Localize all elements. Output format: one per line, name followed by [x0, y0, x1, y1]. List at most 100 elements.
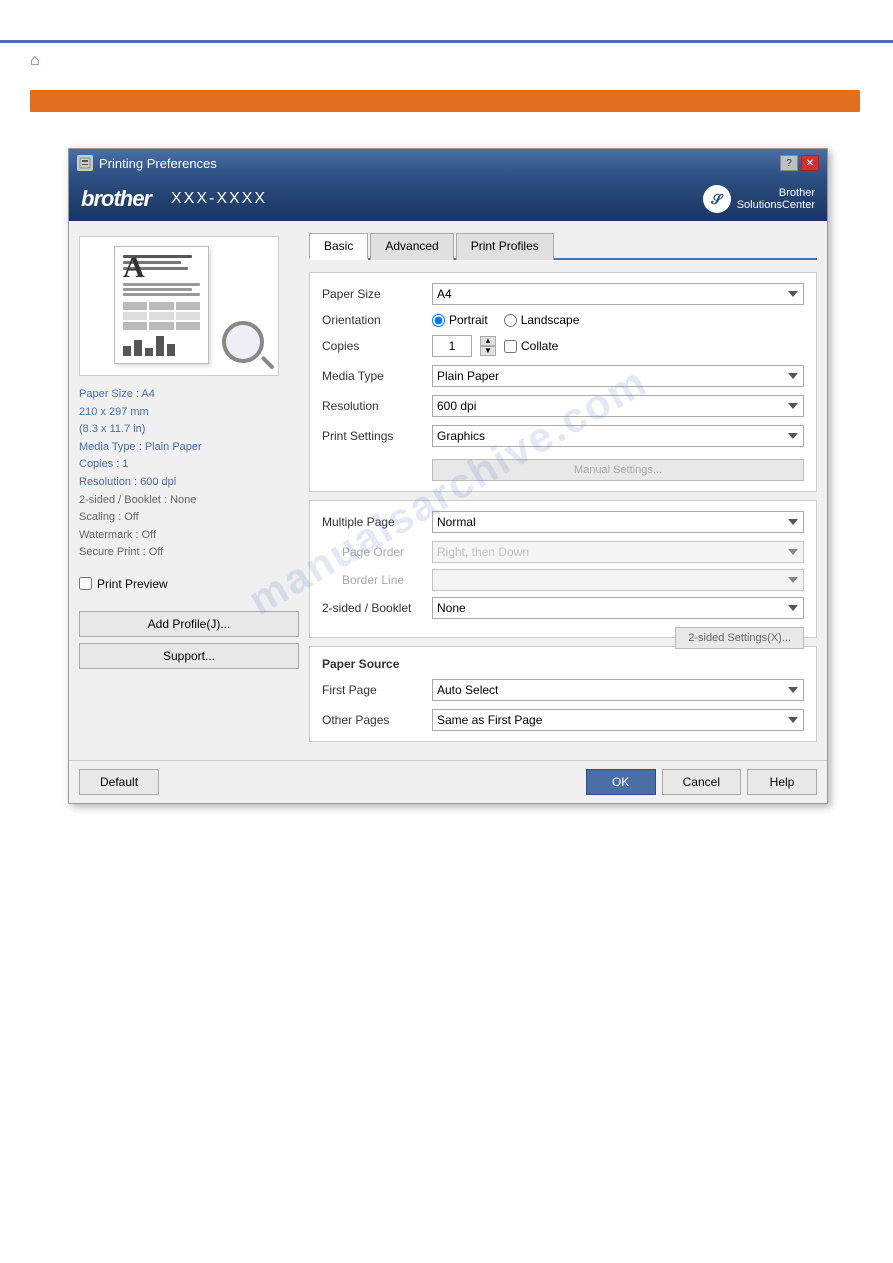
brand-logo: brother [81, 186, 151, 212]
footer-left: Default [79, 769, 159, 795]
brand-bar: brother XXX-XXXX 𝒮 Brother SolutionsCent… [69, 177, 827, 221]
copies-input[interactable]: 1 [432, 335, 472, 357]
border-line-control [432, 569, 804, 591]
paper-size-label: Paper Size [322, 287, 432, 301]
border-line-row: Border Line [322, 569, 804, 591]
two-sided-select[interactable]: None 2-sided [432, 597, 804, 619]
dialog-body: A [69, 221, 827, 760]
info-dimensions: 210 x 297 mm [79, 404, 299, 422]
footer-right: OK Cancel Help [586, 769, 817, 795]
landscape-radio[interactable] [504, 314, 517, 327]
dialog-titlebar: Printing Preferences ? ✕ [69, 149, 827, 177]
multiple-page-select[interactable]: Normal 2 in 1 [432, 511, 804, 533]
paper-source-title: Paper Source [322, 657, 804, 671]
copies-up-button[interactable]: ▲ [480, 336, 496, 346]
print-preview-area: A [79, 236, 279, 376]
dialog-close-button[interactable]: ✕ [801, 155, 819, 171]
other-pages-row: Other Pages Same as First Page Tray 1 [322, 709, 804, 731]
border-line-label: Border Line [342, 573, 432, 587]
page-order-control: Right, then Down [432, 541, 804, 563]
info-paper-size: Paper Size : A4 [79, 386, 299, 404]
page-order-select[interactable]: Right, then Down [432, 541, 804, 563]
print-settings-row: Print Settings Graphics Text [322, 425, 804, 447]
info-media-type: Media Type : Plain Paper [79, 439, 299, 457]
section-orange-bar [30, 90, 860, 112]
portrait-radio[interactable] [432, 314, 445, 327]
manual-settings-button[interactable]: Manual Settings... [432, 459, 804, 481]
other-pages-select[interactable]: Same as First Page Tray 1 [432, 709, 804, 731]
print-preview-row: Print Preview [79, 577, 299, 591]
print-settings-label: Print Settings [322, 429, 432, 443]
media-type-row: Media Type Plain Paper Thick Paper [322, 365, 804, 387]
multiple-page-label: Multiple Page [322, 515, 432, 529]
resolution-select[interactable]: 600 dpi 300 dpi [432, 395, 804, 417]
paper-size-select[interactable]: A4 Letter Legal [432, 283, 804, 305]
collate-label: Collate [521, 339, 558, 353]
dialog-title-buttons: ? ✕ [780, 155, 819, 171]
other-pages-label: Other Pages [322, 713, 432, 727]
print-info-panel: Paper Size : A4 210 x 297 mm (8.3 x 11.7… [79, 386, 299, 562]
landscape-label: Landscape [521, 313, 580, 327]
landscape-option[interactable]: Landscape [504, 313, 580, 327]
multiple-page-control: Normal 2 in 1 [432, 511, 804, 533]
info-two-sided: 2-sided / Booklet : None [79, 492, 299, 510]
left-panel: A [79, 231, 299, 750]
orientation-row: Orientation Portrait Landscape [322, 313, 804, 327]
orientation-label: Orientation [322, 313, 432, 327]
dialog-title-text: Printing Preferences [99, 156, 217, 171]
collate-checkbox[interactable] [504, 340, 517, 353]
print-settings-select[interactable]: Graphics Text [432, 425, 804, 447]
page-order-row: Page Order Right, then Down [322, 541, 804, 563]
brand-left: brother XXX-XXXX [81, 186, 267, 212]
solutions-center[interactable]: 𝒮 Brother SolutionsCenter [703, 185, 815, 213]
dialog-help-button[interactable]: ? [780, 155, 798, 171]
add-profile-button[interactable]: Add Profile(J)... [79, 611, 299, 637]
portrait-label: Portrait [449, 313, 488, 327]
top-decorative-line [0, 40, 893, 43]
two-sided-settings-button[interactable]: 2-sided Settings(X)... [675, 627, 804, 649]
page-wrapper: ⌂ Printing Preferences ? ✕ [0, 0, 893, 1263]
ok-button[interactable]: OK [586, 769, 656, 795]
copies-spinner: ▲ ▼ [480, 336, 496, 356]
printing-preferences-dialog: Printing Preferences ? ✕ brother XXX-XXX… [68, 148, 828, 804]
portrait-option[interactable]: Portrait [432, 313, 488, 327]
multiple-page-row: Multiple Page Normal 2 in 1 [322, 511, 804, 533]
tab-advanced[interactable]: Advanced [370, 233, 453, 260]
border-line-select[interactable] [432, 569, 804, 591]
print-preview-checkbox[interactable] [79, 577, 92, 590]
tab-print-profiles[interactable]: Print Profiles [456, 233, 554, 260]
help-button[interactable]: Help [747, 769, 817, 795]
two-sided-control: None 2-sided [432, 597, 804, 619]
first-page-select[interactable]: Auto Select Tray 1 [432, 679, 804, 701]
info-watermark: Watermark : Off [79, 527, 299, 545]
multiple-page-section: Multiple Page Normal 2 in 1 Page Order [309, 500, 817, 638]
first-page-control: Auto Select Tray 1 [432, 679, 804, 701]
paper-size-row: Paper Size A4 Letter Legal [322, 283, 804, 305]
first-page-row: First Page Auto Select Tray 1 [322, 679, 804, 701]
brand-model: XXX-XXXX [171, 190, 267, 208]
info-scaling: Scaling : Off [79, 509, 299, 527]
info-inches: (8.3 x 11.7 in) [79, 421, 299, 439]
manual-settings-control: Manual Settings... [432, 455, 804, 481]
dialog-content-wrapper: A [69, 221, 827, 760]
media-type-select[interactable]: Plain Paper Thick Paper [432, 365, 804, 387]
print-preview-label: Print Preview [97, 577, 168, 591]
copies-row: Copies 1 ▲ ▼ Collate [322, 335, 804, 357]
dialog-footer: Default OK Cancel Help [69, 760, 827, 803]
info-copies: Copies : 1 [79, 456, 299, 474]
orientation-control: Portrait Landscape [432, 313, 804, 327]
cancel-button[interactable]: Cancel [662, 769, 741, 795]
support-button[interactable]: Support... [79, 643, 299, 669]
basic-settings-section: Paper Size A4 Letter Legal O [309, 272, 817, 492]
manual-settings-row: Manual Settings... [322, 455, 804, 481]
print-settings-control: Graphics Text [432, 425, 804, 447]
home-icon[interactable]: ⌂ [30, 52, 40, 70]
copies-down-button[interactable]: ▼ [480, 346, 496, 356]
first-page-label: First Page [322, 683, 432, 697]
media-type-label: Media Type [322, 369, 432, 383]
default-button[interactable]: Default [79, 769, 159, 795]
page-order-label: Page Order [342, 545, 432, 559]
dialog-title-left: Printing Preferences [77, 155, 217, 171]
collate-option[interactable]: Collate [504, 339, 558, 353]
tab-basic[interactable]: Basic [309, 233, 368, 260]
